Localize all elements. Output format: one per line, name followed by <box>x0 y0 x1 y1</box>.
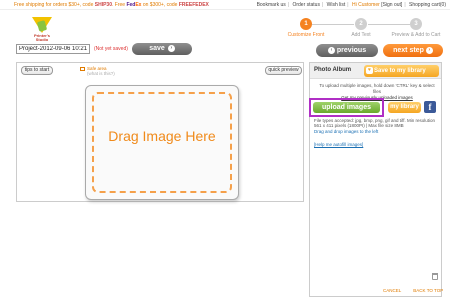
cancel-link[interactable]: CANCEL <box>383 288 401 293</box>
step-label: Preview & Add to Cart <box>391 32 441 38</box>
photo-album-header: Photo Album ♥ Save to my library <box>310 63 441 79</box>
promo-text-mid: . Free <box>111 2 126 8</box>
step-preview-add-to-cart[interactable]: 3 Preview & Add to Cart <box>388 18 444 38</box>
promo-code-ship30: SHIP30 <box>94 2 112 8</box>
promo-text: Free shipping for orders $30+, code <box>14 2 94 8</box>
image-drop-zone[interactable]: Drag Image Here <box>85 85 239 200</box>
photo-album-panel: Photo Album ♥ Save to my library To uploa… <box>309 62 442 297</box>
safe-area-legend: Safe area (what is this?) <box>80 66 115 76</box>
heart-icon: ♥ <box>366 67 373 74</box>
step-number: 2 <box>355 18 367 30</box>
save-to-library-label: Save to my library <box>374 68 426 74</box>
multi-upload-hint: To upload multiple images, hold down 'CT… <box>319 83 435 94</box>
save-to-library-button[interactable]: ♥ Save to my library <box>364 65 439 77</box>
save-button-label: save <box>149 45 165 52</box>
step-number: 3 <box>410 18 422 30</box>
chevron-right-icon: › <box>425 46 433 54</box>
safe-area-help-link[interactable]: (what is this?) <box>80 71 115 76</box>
top-bar: Free shipping for orders $30+, code SHIP… <box>0 0 450 10</box>
step-label: Customize Front <box>287 32 325 38</box>
promo-text-after: on $300+, code <box>142 2 178 8</box>
file-types-info: File types accepted: jpg, bmp, png, gif … <box>314 118 435 128</box>
bookmark-link[interactable]: Bookmark us <box>257 2 286 8</box>
logo-wordmark: Printer's Studio <box>33 33 51 42</box>
facebook-icon[interactable]: f <box>424 101 436 113</box>
photo-album-title: Photo Album <box>314 67 352 73</box>
tips-to-start-button[interactable]: tips to start <box>21 66 53 75</box>
safe-area-swatch-icon <box>80 66 85 71</box>
upload-images-button[interactable]: upload images <box>313 102 380 113</box>
promo-code-freefedex: FREEFEDEX <box>178 2 209 8</box>
previous-button-label: previous <box>336 47 367 54</box>
project-name-input[interactable] <box>16 44 90 54</box>
order-status-link[interactable]: Order status <box>292 2 320 8</box>
save-button[interactable]: save › <box>132 43 192 55</box>
step-add-text[interactable]: 2 Add Text <box>333 18 389 38</box>
previous-button[interactable]: ‹ previous <box>316 44 378 57</box>
my-library-button[interactable]: my library <box>388 102 421 113</box>
shopping-cart-link[interactable]: Shopping cart(0) <box>409 2 446 8</box>
chevron-left-icon: ‹ <box>327 46 335 54</box>
printers-studio-logo[interactable]: Printer's Studio <box>29 17 55 43</box>
top-links: Bookmark us | Order status | Wish list | Hi… <box>256 2 446 8</box>
chevron-right-icon: › <box>167 44 175 52</box>
greeting-text: Hi Customer <box>352 2 380 8</box>
wish-list-link[interactable]: Wish list <box>327 2 346 8</box>
sign-out-link[interactable]: [Sign out] <box>381 2 402 8</box>
next-step-button-label: next step <box>393 47 424 54</box>
autofill-help-link[interactable]: [Help me autofill images] <box>314 142 363 147</box>
back-to-top-link[interactable]: BACK TO TOP <box>413 288 443 293</box>
trash-icon[interactable] <box>432 273 438 280</box>
drag-drop-hint: Drag and drop images to the left <box>314 129 379 134</box>
step-number: 1 <box>300 18 312 30</box>
step-customize-front[interactable]: 1 Customize Front <box>278 18 334 38</box>
progress-steps: 1 Customize Front 2 Add Text 3 Preview &… <box>276 18 446 42</box>
quick-preview-button[interactable]: quick preview <box>265 66 302 75</box>
fedex-logo-fed: Fed <box>126 2 136 8</box>
fedex-logo-ex: Ex <box>135 2 142 8</box>
not-saved-status: (Not yet saved) <box>94 46 128 52</box>
promo-banner: Free shipping for orders $30+, code SHIP… <box>14 0 209 10</box>
design-canvas-panel: tips to start Safe area (what is this?) … <box>16 62 304 202</box>
upload-highlight: upload images <box>309 98 384 117</box>
drop-zone-label: Drag Image Here <box>108 128 216 144</box>
step-label: Add Text <box>351 32 371 38</box>
next-step-button[interactable]: next step › <box>383 44 443 57</box>
footer-links: CANCEL BACK TO TOP <box>383 288 450 293</box>
